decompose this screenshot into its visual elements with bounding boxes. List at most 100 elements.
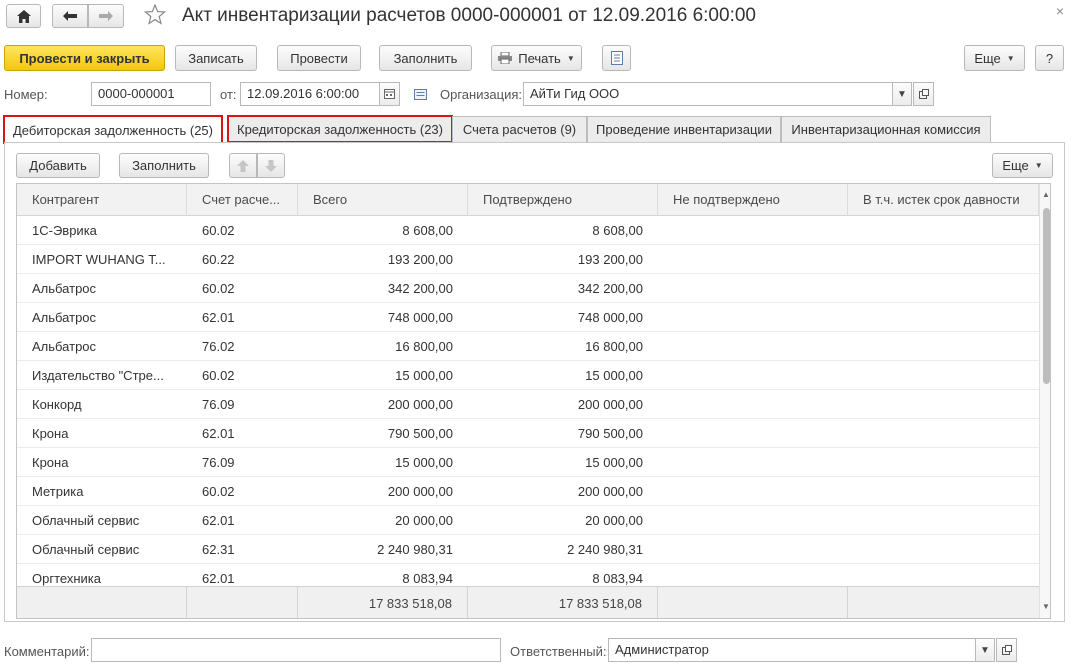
- cell-account: 60.02: [202, 223, 235, 238]
- tab-inventory-commission[interactable]: Инвентаризационная комиссия: [781, 116, 991, 142]
- table-row[interactable]: Конкорд 76.09 200 000,00 200 000,00: [17, 390, 1039, 419]
- cell-confirmed: 748 000,00: [577, 310, 643, 325]
- table-row[interactable]: 1С-Эврика 60.02 8 608,00 8 608,00: [17, 216, 1039, 245]
- cell-not-confirmed: [658, 245, 848, 274]
- cell-expired: [848, 419, 1039, 448]
- organization-open-button[interactable]: [913, 82, 934, 106]
- cell-not-confirmed: [658, 448, 848, 477]
- calendar-button[interactable]: [379, 82, 400, 106]
- chevron-down-icon: ▼: [1034, 161, 1043, 170]
- back-button[interactable]: [52, 4, 88, 28]
- table-row[interactable]: Крона 62.01 790 500,00 790 500,00: [17, 419, 1039, 448]
- column-header-account[interactable]: Счет расче...: [187, 184, 298, 216]
- comment-label: Комментарий:: [4, 644, 90, 659]
- table-row[interactable]: Метрика 60.02 200 000,00 200 000,00: [17, 477, 1039, 506]
- cell-total: 15 000,00: [395, 455, 453, 470]
- cell-confirmed: 2 240 980,31: [567, 542, 643, 557]
- table-row[interactable]: IMPORT WUHANG T... 60.22 193 200,00 193 200…: [17, 245, 1039, 274]
- scroll-up-icon[interactable]: ▲: [1042, 190, 1050, 199]
- cell-confirmed: 15 000,00: [585, 368, 643, 383]
- table-more-button[interactable]: Еще ▼: [992, 153, 1053, 178]
- table-scrollbar[interactable]: ▲ ▼: [1039, 184, 1050, 618]
- number-field[interactable]: 0000-000001: [91, 82, 211, 106]
- table-row[interactable]: Облачный сервис 62.01 20 000,00 20 000,00: [17, 506, 1039, 535]
- column-header-expired[interactable]: В т.ч. истек срок давности: [848, 184, 1039, 216]
- table-header: Контрагент Счет расче... Всего Подтвержд…: [17, 184, 1050, 216]
- column-header-confirmed[interactable]: Подтверждено: [468, 184, 658, 216]
- table-fill-button[interactable]: Заполнить: [119, 153, 209, 178]
- home-button[interactable]: [6, 4, 41, 28]
- cell-total: 15 000,00: [395, 368, 453, 383]
- cell-account: 62.31: [202, 542, 235, 557]
- fill-button[interactable]: Заполнить: [379, 45, 472, 71]
- table-row[interactable]: Альбатрос 60.02 342 200,00 342 200,00: [17, 274, 1039, 303]
- open-link-icon: [1001, 645, 1012, 655]
- print-button[interactable]: Печать ▼: [491, 45, 582, 71]
- scrollbar-thumb[interactable]: [1043, 208, 1050, 384]
- organization-icon: [414, 88, 427, 103]
- tab-accounts[interactable]: Счета расчетов (9): [452, 116, 587, 142]
- report-button[interactable]: [602, 45, 631, 71]
- cell-counterparty: Альбатрос: [32, 281, 97, 296]
- more-label: Еще: [974, 50, 1001, 66]
- cell-counterparty: Метрика: [32, 484, 84, 499]
- close-icon[interactable]: ×: [1056, 3, 1064, 19]
- cell-account: 60.02: [202, 484, 235, 499]
- cell-total: 342 200,00: [387, 281, 453, 296]
- move-down-button[interactable]: [257, 153, 285, 178]
- add-row-button[interactable]: Добавить: [16, 153, 100, 178]
- more-button[interactable]: Еще ▼: [964, 45, 1025, 71]
- organization-dropdown-button[interactable]: ▼: [892, 82, 912, 106]
- date-label: от:: [220, 87, 237, 102]
- table-row[interactable]: Альбатрос 62.01 748 000,00 748 000,00: [17, 303, 1039, 332]
- total-sum: 17 833 518,08: [298, 587, 468, 618]
- responsible-dropdown-button[interactable]: ▼: [975, 638, 995, 662]
- cell-confirmed: 193 200,00: [577, 252, 643, 267]
- cell-expired: [848, 245, 1039, 274]
- table-row[interactable]: Крона 76.09 15 000,00 15 000,00: [17, 448, 1039, 477]
- cell-expired: [848, 303, 1039, 332]
- cell-expired: [848, 361, 1039, 390]
- responsible-open-button[interactable]: [996, 638, 1017, 662]
- table-row[interactable]: Облачный сервис 62.31 2 240 980,31 2 240 98…: [17, 535, 1039, 564]
- save-button[interactable]: Записать: [175, 45, 257, 71]
- tab-payables[interactable]: Кредиторская задолженность (23): [227, 115, 453, 143]
- column-header-counterparty[interactable]: Контрагент: [17, 184, 187, 216]
- column-header-not-confirmed[interactable]: Не подтверждено: [658, 184, 848, 216]
- table-row[interactable]: Издательство "Стре... 60.02 15 000,00 15 00…: [17, 361, 1039, 390]
- favorite-star-icon[interactable]: [143, 3, 167, 28]
- chevron-down-icon: ▼: [1006, 53, 1015, 63]
- table-row[interactable]: Альбатрос 76.02 16 800,00 16 800,00: [17, 332, 1039, 361]
- post-and-close-button[interactable]: Провести и закрыть: [4, 45, 165, 71]
- column-header-total[interactable]: Всего: [298, 184, 468, 216]
- responsible-field[interactable]: Администратор: [608, 638, 976, 662]
- organization-field[interactable]: АйТи Гид ООО: [523, 82, 893, 106]
- responsible-label: Ответственный:: [510, 644, 607, 659]
- cell-counterparty: Облачный сервис: [32, 513, 140, 528]
- tab-receivables[interactable]: Дебиторская задолженность (25): [3, 115, 223, 144]
- scroll-down-icon[interactable]: ▼: [1042, 602, 1050, 611]
- forward-button[interactable]: [88, 4, 124, 28]
- tab-inventory-posting[interactable]: Проведение инвентаризации: [587, 116, 781, 142]
- cell-counterparty: Издательство "Стре...: [32, 368, 164, 383]
- cell-total: 193 200,00: [387, 252, 453, 267]
- document-icon: [610, 51, 623, 65]
- date-field[interactable]: 12.09.2016 6:00:00: [240, 82, 380, 106]
- help-button[interactable]: ?: [1035, 45, 1064, 71]
- open-link-icon: [918, 89, 929, 99]
- printer-icon: [498, 52, 513, 64]
- cell-counterparty: Альбатрос: [32, 310, 97, 325]
- cell-total: 790 500,00: [387, 426, 453, 441]
- comment-field[interactable]: [91, 638, 501, 662]
- cell-counterparty: 1С-Эврика: [32, 223, 97, 238]
- cell-counterparty: Облачный сервис: [32, 542, 140, 557]
- move-up-button[interactable]: [229, 153, 257, 178]
- arrow-down-icon: [265, 159, 277, 172]
- post-button[interactable]: Провести: [277, 45, 361, 71]
- cell-confirmed: 200 000,00: [577, 397, 643, 412]
- cell-account: 76.09: [202, 397, 235, 412]
- page-title: Акт инвентаризации расчетов 0000-000001 …: [182, 5, 756, 26]
- cell-not-confirmed: [658, 390, 848, 419]
- chevron-down-icon: ▼: [566, 53, 575, 63]
- cell-expired: [848, 390, 1039, 419]
